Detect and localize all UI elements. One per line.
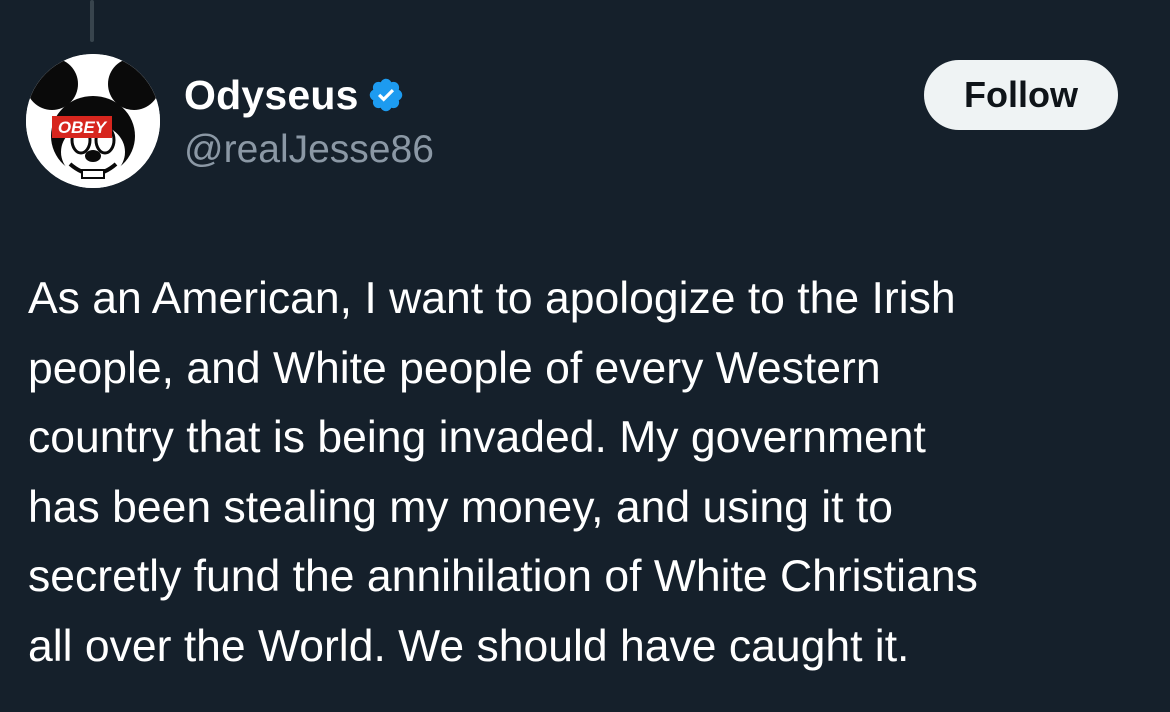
author-handle[interactable]: @realJesse86 [184, 128, 434, 172]
tweet-text-line: As an American, I want to apologize to t… [28, 274, 956, 323]
author-info: Odyseus @realJesse86 [184, 70, 434, 172]
tweet-text-line: all over the World. We should have caugh… [28, 621, 910, 671]
display-name-row: Odyseus [184, 70, 434, 120]
verified-badge-icon[interactable] [367, 76, 405, 114]
tweet-card: OBEY Odyseus @realJesse86 Follow As an A… [0, 0, 1170, 712]
avatar[interactable]: OBEY [26, 54, 160, 188]
thread-connector-line [90, 0, 94, 42]
tweet-text: As an American, I want to apologize to t… [28, 264, 1148, 681]
avatar-logo-text: OBEY [58, 118, 108, 137]
tweet-text-line: secretly fund the annihilation of White … [28, 552, 978, 601]
display-name[interactable]: Odyseus [184, 72, 359, 119]
avatar-image: OBEY [26, 54, 160, 188]
follow-button[interactable]: Follow [924, 60, 1118, 130]
tweet-text-line: has been stealing my money, and using it… [28, 482, 893, 532]
tweet-text-line: people, and White people of every Wester… [28, 343, 881, 393]
tweet-text-line: country that is being invaded. My govern… [28, 413, 926, 462]
